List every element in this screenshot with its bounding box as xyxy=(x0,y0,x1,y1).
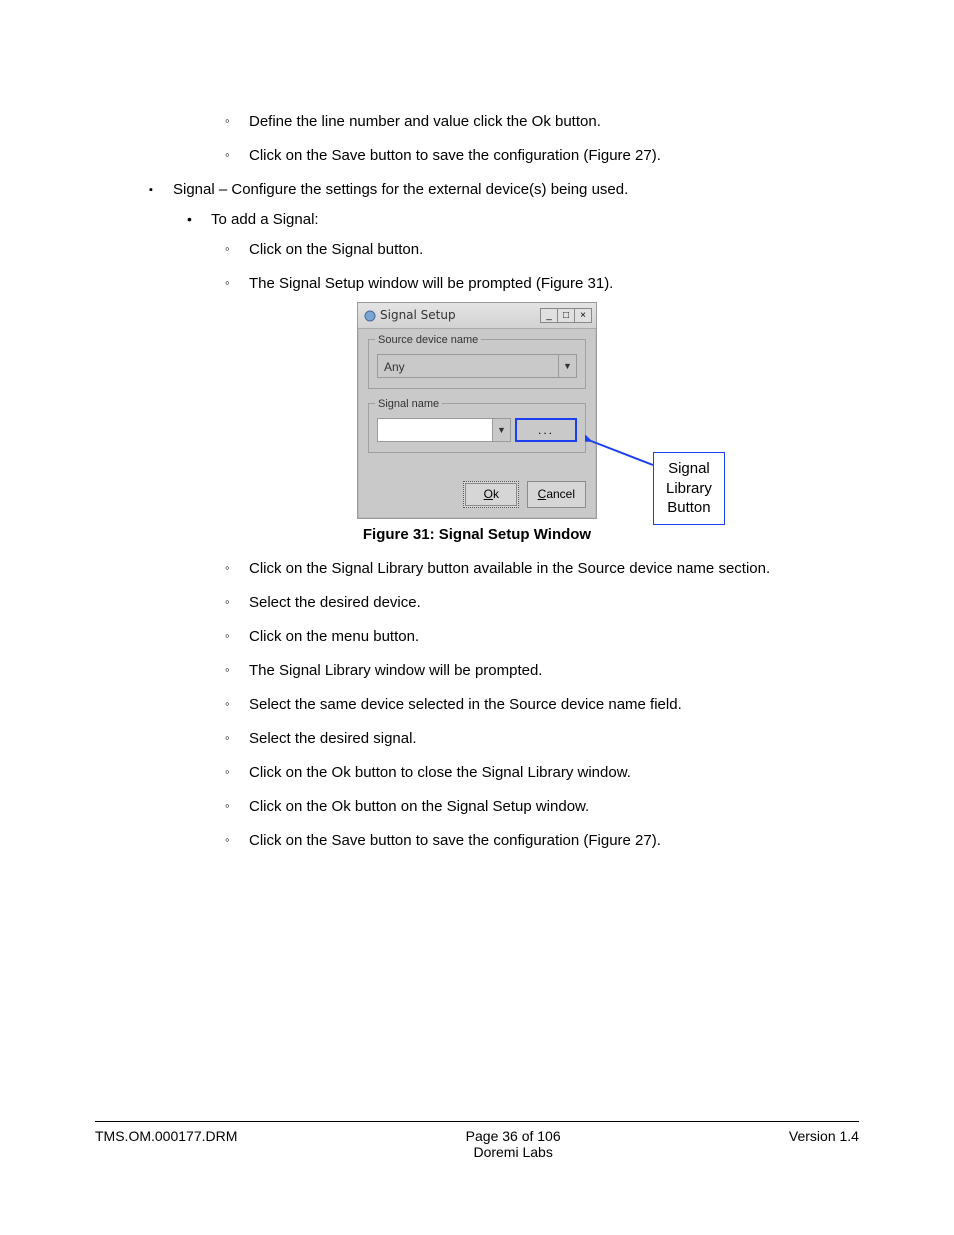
list-item: Click on the Save button to save the con… xyxy=(249,829,859,853)
footer-left: TMS.OM.000177.DRM xyxy=(95,1128,237,1160)
text: Signal – Configure the settings for the … xyxy=(173,181,628,198)
text: The Signal Setup window will be prompted… xyxy=(249,275,613,292)
list-item-add-signal: To add a Signal: Click on the Signal but… xyxy=(211,208,859,853)
chevron-down-icon[interactable]: ▼ xyxy=(559,354,577,378)
text: Click on the Ok button on the Signal Set… xyxy=(249,798,589,815)
chevron-down-icon[interactable]: ▼ xyxy=(493,418,511,442)
minimize-button[interactable]: _ xyxy=(540,308,558,323)
text: Click on the Signal Library button avail… xyxy=(249,560,770,577)
list-item: Click on the Ok button on the Signal Set… xyxy=(249,795,859,819)
list-item: Define the line number and value click t… xyxy=(249,110,859,134)
list-item: Select the desired signal. xyxy=(249,727,859,751)
signal-setup-dialog: Signal Setup _ □ × xyxy=(357,302,597,519)
list-item: Click on the menu button. xyxy=(249,625,859,649)
maximize-button[interactable]: □ xyxy=(557,308,575,323)
callout-label: Signal Library Button xyxy=(653,452,725,525)
text: Define the line number and value click t… xyxy=(249,113,601,130)
ok-button[interactable]: Ok xyxy=(463,481,519,508)
signal-library-button[interactable]: ... xyxy=(515,418,577,442)
list-item: Click on the Save button to save the con… xyxy=(249,144,859,168)
list-item: Click on the Signal button. xyxy=(249,238,859,262)
app-icon xyxy=(364,310,376,322)
list-item: The Signal Library window will be prompt… xyxy=(249,659,859,683)
list-item-signal: Signal – Configure the settings for the … xyxy=(173,178,859,853)
list-item: Click on the Signal Library button avail… xyxy=(249,557,859,581)
text: Click on the Save button to save the con… xyxy=(249,832,661,849)
list-item: The Signal Setup window will be prompted… xyxy=(249,272,859,547)
group-label: Signal name xyxy=(375,396,442,414)
figure-caption: Figure 31: Signal Setup Window xyxy=(95,523,859,547)
dialog-title: Signal Setup xyxy=(380,306,456,325)
signal-name-value xyxy=(377,418,493,442)
source-device-combo[interactable]: Any ▼ xyxy=(377,354,577,378)
text: Select the desired device. xyxy=(249,594,421,611)
page-footer: TMS.OM.000177.DRM Page 36 of 106 Doremi … xyxy=(95,1121,859,1160)
text: Select the same device selected in the S… xyxy=(249,696,682,713)
cancel-button[interactable]: Cancel xyxy=(527,481,586,508)
text: Click on the menu button. xyxy=(249,628,419,645)
list-item: Select the same device selected in the S… xyxy=(249,693,859,717)
signal-name-group: Signal name ▼ ... xyxy=(368,403,586,453)
text: To add a Signal: xyxy=(211,211,319,228)
text: Click on the Save button to save the con… xyxy=(249,147,661,164)
titlebar: Signal Setup _ □ × xyxy=(358,303,596,329)
list-item: Click on the Ok button to close the Sign… xyxy=(249,761,859,785)
text: Click on the Signal button. xyxy=(249,241,423,258)
footer-page: Page 36 of 106 xyxy=(466,1128,561,1144)
source-device-group: Source device name Any ▼ xyxy=(368,339,586,389)
footer-company: Doremi Labs xyxy=(466,1144,561,1160)
group-label: Source device name xyxy=(375,332,481,350)
text: The Signal Library window will be prompt… xyxy=(249,662,542,679)
footer-version: Version 1.4 xyxy=(789,1128,859,1160)
text: Click on the Ok button to close the Sign… xyxy=(249,764,631,781)
list-item: Select the desired device. xyxy=(249,591,859,615)
source-device-value: Any xyxy=(377,354,559,378)
text: Select the desired signal. xyxy=(249,730,417,747)
close-button[interactable]: × xyxy=(574,308,592,323)
signal-name-combo[interactable]: ▼ xyxy=(377,418,511,442)
